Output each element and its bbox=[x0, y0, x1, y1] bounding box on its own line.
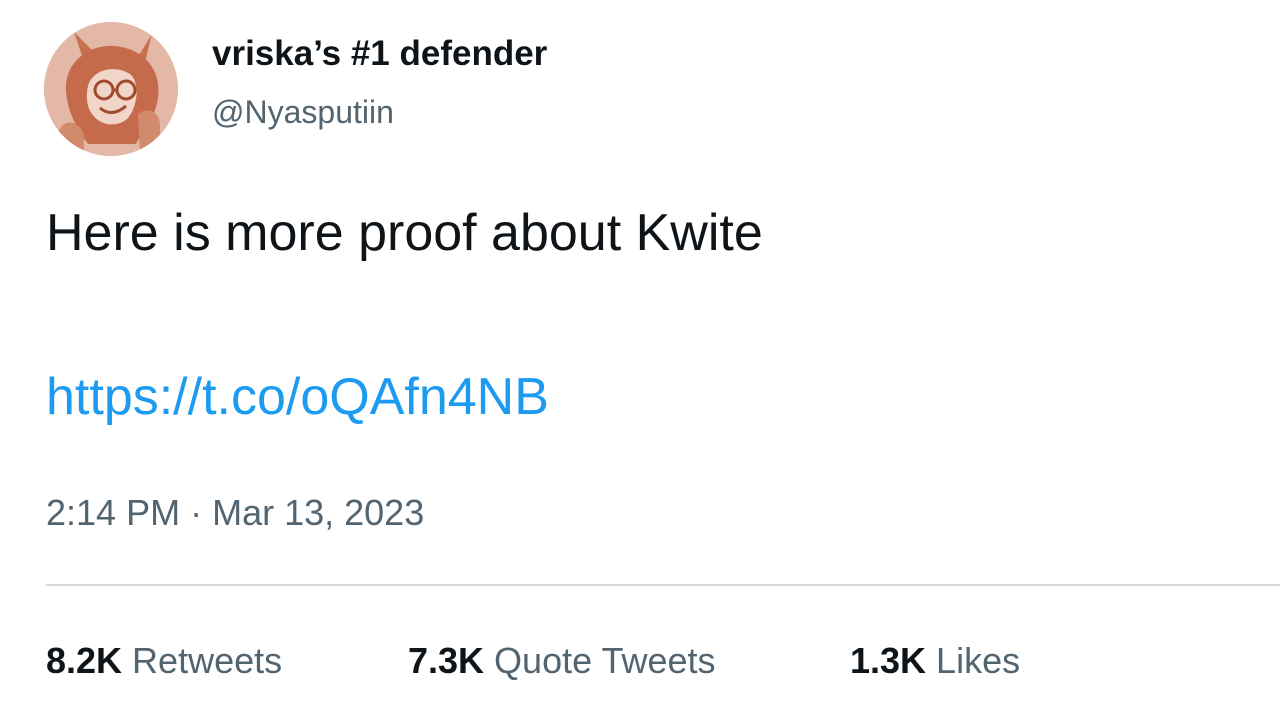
tweet-card: vriska’s #1 defender @Nyasputiin Here is… bbox=[0, 0, 1280, 720]
likes-label: Likes bbox=[936, 640, 1021, 681]
tweet-link[interactable]: https://t.co/oQAfn4NB bbox=[46, 364, 549, 430]
author-handle[interactable]: @Nyasputiin bbox=[212, 92, 547, 132]
timestamp-separator: · bbox=[190, 492, 203, 533]
quote-tweets-label: Quote Tweets bbox=[494, 640, 716, 681]
tweet-date: Mar 13, 2023 bbox=[212, 492, 425, 533]
stats-divider bbox=[46, 584, 1280, 586]
tweet-time: 2:14 PM bbox=[46, 492, 181, 533]
avatar-illustration-icon bbox=[44, 22, 178, 156]
quote-tweets-count: 7.3K bbox=[408, 640, 485, 681]
likes-stat[interactable]: 1.3K Likes bbox=[850, 638, 1020, 684]
author-display-name[interactable]: vriska’s #1 defender bbox=[212, 32, 547, 76]
retweets-label: Retweets bbox=[132, 640, 283, 681]
author-avatar[interactable] bbox=[44, 22, 178, 156]
quote-tweets-stat[interactable]: 7.3K Quote Tweets bbox=[408, 638, 716, 684]
tweet-body-text: Here is more proof about Kwite bbox=[46, 204, 763, 262]
retweets-count: 8.2K bbox=[46, 640, 123, 681]
tweet-timestamp[interactable]: 2:14 PM · Mar 13, 2023 bbox=[46, 490, 424, 536]
likes-count: 1.3K bbox=[850, 640, 927, 681]
author-info: vriska’s #1 defender @Nyasputiin bbox=[212, 32, 547, 132]
retweets-stat[interactable]: 8.2K Retweets bbox=[46, 638, 282, 684]
